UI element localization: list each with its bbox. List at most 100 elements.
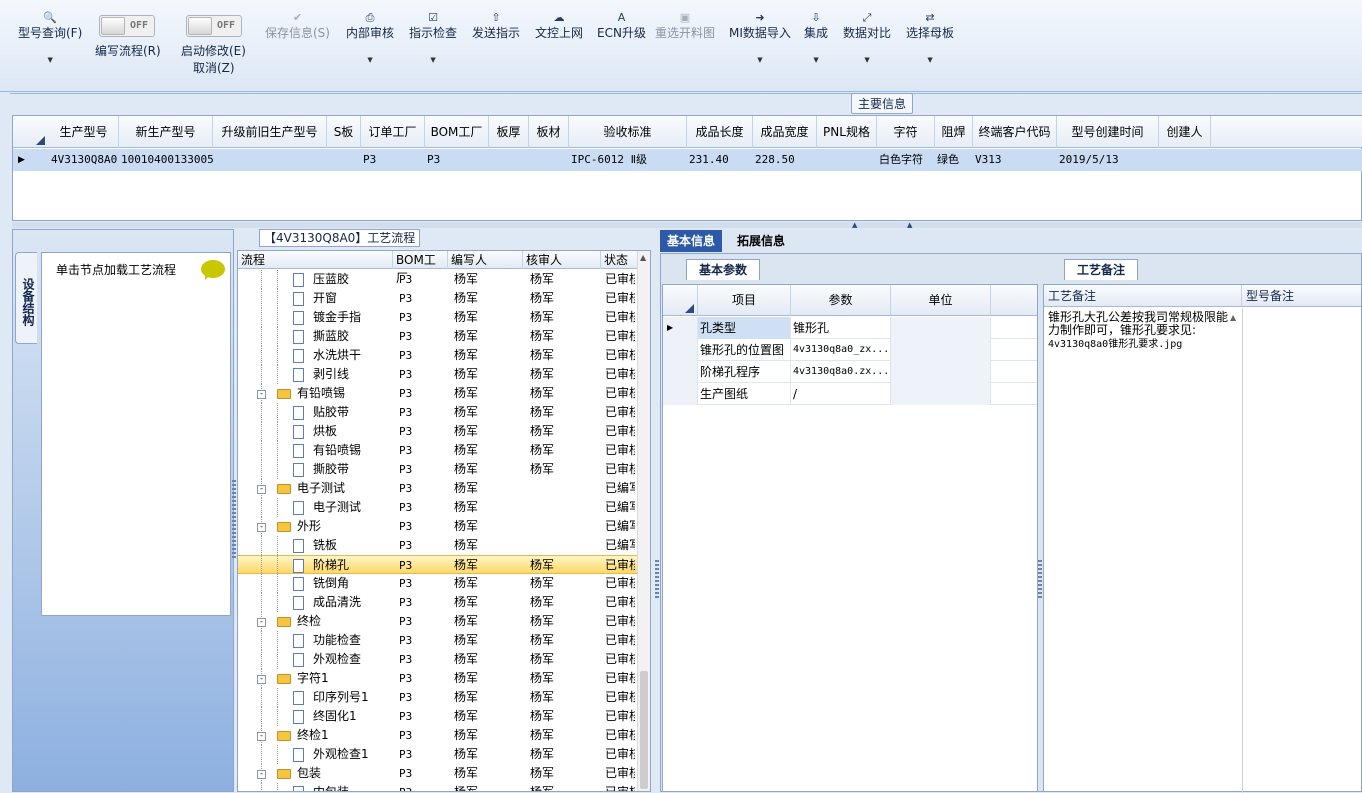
scroll-up-icon[interactable]: ▲ bbox=[640, 253, 646, 262]
vertical-scrollbar[interactable]: ▲ bbox=[637, 251, 650, 791]
params-col-unit[interactable]: 单位 bbox=[891, 285, 991, 316]
table-cell[interactable] bbox=[215, 149, 327, 171]
col-header[interactable]: 新生产型号 bbox=[119, 116, 213, 148]
flow-row[interactable]: 电子测试 P3 杨军 已编写 bbox=[238, 498, 638, 517]
collapse-toggle-icon[interactable]: - bbox=[257, 390, 266, 399]
table-cell[interactable]: 2019/5/13 bbox=[1059, 149, 1159, 171]
table-cell[interactable]: 228.50 bbox=[755, 149, 817, 171]
horizontal-splitter[interactable]: ▲ ▲ bbox=[12, 222, 1362, 229]
param-row[interactable]: 生产图纸 / bbox=[663, 383, 1037, 405]
table-cell[interactable]: P3 bbox=[427, 149, 489, 171]
table-cell[interactable]: 231.40 bbox=[689, 149, 753, 171]
table-cell[interactable] bbox=[491, 149, 529, 171]
enable-edit-toggle[interactable]: OFF bbox=[186, 15, 242, 37]
flow-row[interactable]: - 外形 P3 杨军 已编写 bbox=[238, 517, 638, 536]
flow-row[interactable]: 外观检查1 P3 杨军 杨军 已审核 bbox=[238, 745, 638, 764]
splitter-grip[interactable] bbox=[1038, 560, 1042, 600]
table-cell[interactable]: 白色字符 bbox=[879, 149, 935, 171]
flow-row[interactable]: - 字符1 P3 杨军 杨军 已审核 bbox=[238, 669, 638, 688]
scroll-up-icon[interactable]: ▲ bbox=[1230, 313, 1236, 322]
splitter-grip[interactable] bbox=[655, 560, 659, 600]
table-cell[interactable]: P3 bbox=[363, 149, 425, 171]
param-unit[interactable] bbox=[891, 383, 991, 405]
flow-row[interactable]: 铣板 P3 杨军 已编写 bbox=[238, 536, 638, 555]
flow-row[interactable]: 撕胶带 P3 杨军 杨军 已审核 bbox=[238, 460, 638, 479]
flow-col-header[interactable]: 流程 bbox=[238, 251, 393, 269]
col-header[interactable]: 终端客户代码 bbox=[973, 116, 1057, 148]
flow-row[interactable]: 外观检查 P3 杨军 杨军 已审核 bbox=[238, 650, 638, 669]
chevron-down-icon[interactable]: ▼ bbox=[409, 53, 457, 67]
flow-row[interactable]: 铣倒角 P3 杨军 杨军 已审核 bbox=[238, 574, 638, 593]
col-header[interactable]: 型号创建时间 bbox=[1057, 116, 1159, 148]
col-header[interactable]: BOM工厂 bbox=[425, 116, 489, 148]
flow-row[interactable]: 撕蓝胶 P3 杨军 杨军 已审核 bbox=[238, 327, 638, 346]
process-note-text[interactable]: 锥形孔大孔公差按我司常规极限能力制作即可，锥形孔要求见: 4v3130q8a0锥… bbox=[1048, 311, 1228, 351]
param-item[interactable]: 孔类型 bbox=[698, 317, 791, 339]
flow-col-header[interactable]: 核审人 bbox=[523, 251, 601, 269]
collapse-arrow-icon[interactable]: ▲ bbox=[852, 222, 857, 229]
param-value[interactable]: 4v3130q8a0.zx... bbox=[791, 361, 891, 383]
param-row[interactable]: 阶梯孔程序 4v3130q8a0.zx... bbox=[663, 361, 1037, 383]
flow-row[interactable]: 开窗 P3 杨军 杨军 已审核 bbox=[238, 289, 638, 308]
flow-row[interactable]: 有铅喷锡 P3 杨军 杨军 已审核 bbox=[238, 441, 638, 460]
flow-row[interactable]: - 电子测试 P3 杨军 已编写 bbox=[238, 479, 638, 498]
table-cell[interactable] bbox=[329, 149, 361, 171]
collapse-arrow-icon[interactable]: ▲ bbox=[907, 222, 912, 229]
mi-import-button[interactable]: ➜ MI数据导入 ▼ bbox=[729, 10, 791, 67]
col-header[interactable]: 字符 bbox=[877, 116, 935, 148]
splitter-grip[interactable] bbox=[232, 480, 236, 560]
flow-col-header[interactable]: 状态 bbox=[601, 251, 638, 269]
chevron-down-icon[interactable]: ▼ bbox=[346, 53, 394, 67]
col-header[interactable]: 生产型号 bbox=[49, 116, 119, 148]
chevron-down-icon[interactable]: ▼ bbox=[18, 53, 82, 67]
param-value[interactable]: / bbox=[791, 383, 891, 405]
col-header[interactable]: S板 bbox=[327, 116, 361, 148]
write-flow-toggle[interactable]: OFF bbox=[99, 15, 155, 37]
tab-basic-info[interactable]: 基本信息 bbox=[660, 230, 723, 252]
note-file-link[interactable]: 4v3130q8a0锥形孔要求.jpg bbox=[1048, 339, 1182, 350]
internal-review-button[interactable]: ⎙ 内部审核 ▼ bbox=[346, 10, 394, 67]
flow-row[interactable]: - 有铅喷锡 P3 杨军 杨军 已审核 bbox=[238, 384, 638, 403]
flow-row[interactable]: 成品清洗 P3 杨军 杨军 已审核 bbox=[238, 593, 638, 612]
params-col-item[interactable]: 项目 bbox=[698, 285, 791, 316]
flow-row[interactable]: 烘板 P3 杨军 杨军 已审核 bbox=[238, 422, 638, 441]
table-cell[interactable]: IPC-6012 Ⅱ级 bbox=[571, 149, 687, 171]
flow-row[interactable]: 剥引线 P3 杨军 杨军 已审核 bbox=[238, 365, 638, 384]
param-unit[interactable] bbox=[891, 339, 991, 361]
chevron-down-icon[interactable]: ▼ bbox=[729, 53, 791, 67]
table-cell[interactable] bbox=[531, 149, 569, 171]
col-header[interactable]: 阻焊 bbox=[935, 116, 973, 148]
col-header[interactable]: 成品长度 bbox=[687, 116, 753, 148]
flow-col-header[interactable]: BOM工厂 bbox=[393, 251, 448, 285]
col-header[interactable]: 板厚 bbox=[489, 116, 529, 148]
collapse-toggle-icon[interactable]: - bbox=[257, 732, 266, 741]
collapse-toggle-icon[interactable]: - bbox=[257, 770, 266, 779]
send-instruction-button[interactable]: ⇧ 发送指示 bbox=[472, 10, 520, 40]
col-header[interactable]: 成品宽度 bbox=[753, 116, 817, 148]
col-header[interactable]: 订单工厂 bbox=[361, 116, 425, 148]
tab-process-note[interactable]: 工艺备注 bbox=[1064, 259, 1139, 280]
reselect-cut-drawing-button[interactable]: ▣ 重选开料图 bbox=[655, 10, 715, 40]
param-row[interactable]: 锥形孔的位置图 4v3130q8a0_zx... bbox=[663, 339, 1037, 361]
instruction-check-button[interactable]: ☑ 指示检查 ▼ bbox=[409, 10, 457, 67]
flow-row[interactable]: 功能检查 P3 杨军 杨军 已审核 bbox=[238, 631, 638, 650]
doc-control-button[interactable]: ☁ 文控上网 bbox=[535, 10, 583, 40]
chevron-down-icon[interactable]: ▼ bbox=[843, 53, 891, 67]
params-col-value[interactable]: 参数 bbox=[791, 285, 891, 316]
tab-extended-info[interactable]: 拓展信息 bbox=[730, 230, 792, 252]
table-cell[interactable]: V313 bbox=[975, 149, 1057, 171]
ecn-upgrade-button[interactable]: A ECN升级 bbox=[597, 10, 646, 40]
chevron-down-icon[interactable]: ▼ bbox=[906, 53, 954, 67]
flow-row[interactable]: 阶梯孔 P3 杨军 杨军 已审核 bbox=[238, 555, 638, 575]
table-cell[interactable]: 绿色 bbox=[937, 149, 973, 171]
param-item[interactable]: 阶梯孔程序 bbox=[698, 361, 791, 383]
param-value[interactable]: 4v3130q8a0_zx... bbox=[791, 339, 891, 361]
param-item[interactable]: 生产图纸 bbox=[698, 383, 791, 405]
table-cell[interactable] bbox=[819, 149, 877, 171]
flow-row[interactable]: 镀金手指 P3 杨军 杨军 已审核 bbox=[238, 308, 638, 327]
collapse-toggle-icon[interactable]: - bbox=[257, 675, 266, 684]
col-header[interactable]: PNL规格 bbox=[817, 116, 877, 148]
flow-row[interactable]: 印序列号1 P3 杨军 杨军 已审核 bbox=[238, 688, 638, 707]
select-master-button[interactable]: ⇄ 选择母板 ▼ bbox=[906, 10, 954, 67]
flow-row[interactable]: - 包装 P3 杨军 杨军 已审核 bbox=[238, 764, 638, 783]
